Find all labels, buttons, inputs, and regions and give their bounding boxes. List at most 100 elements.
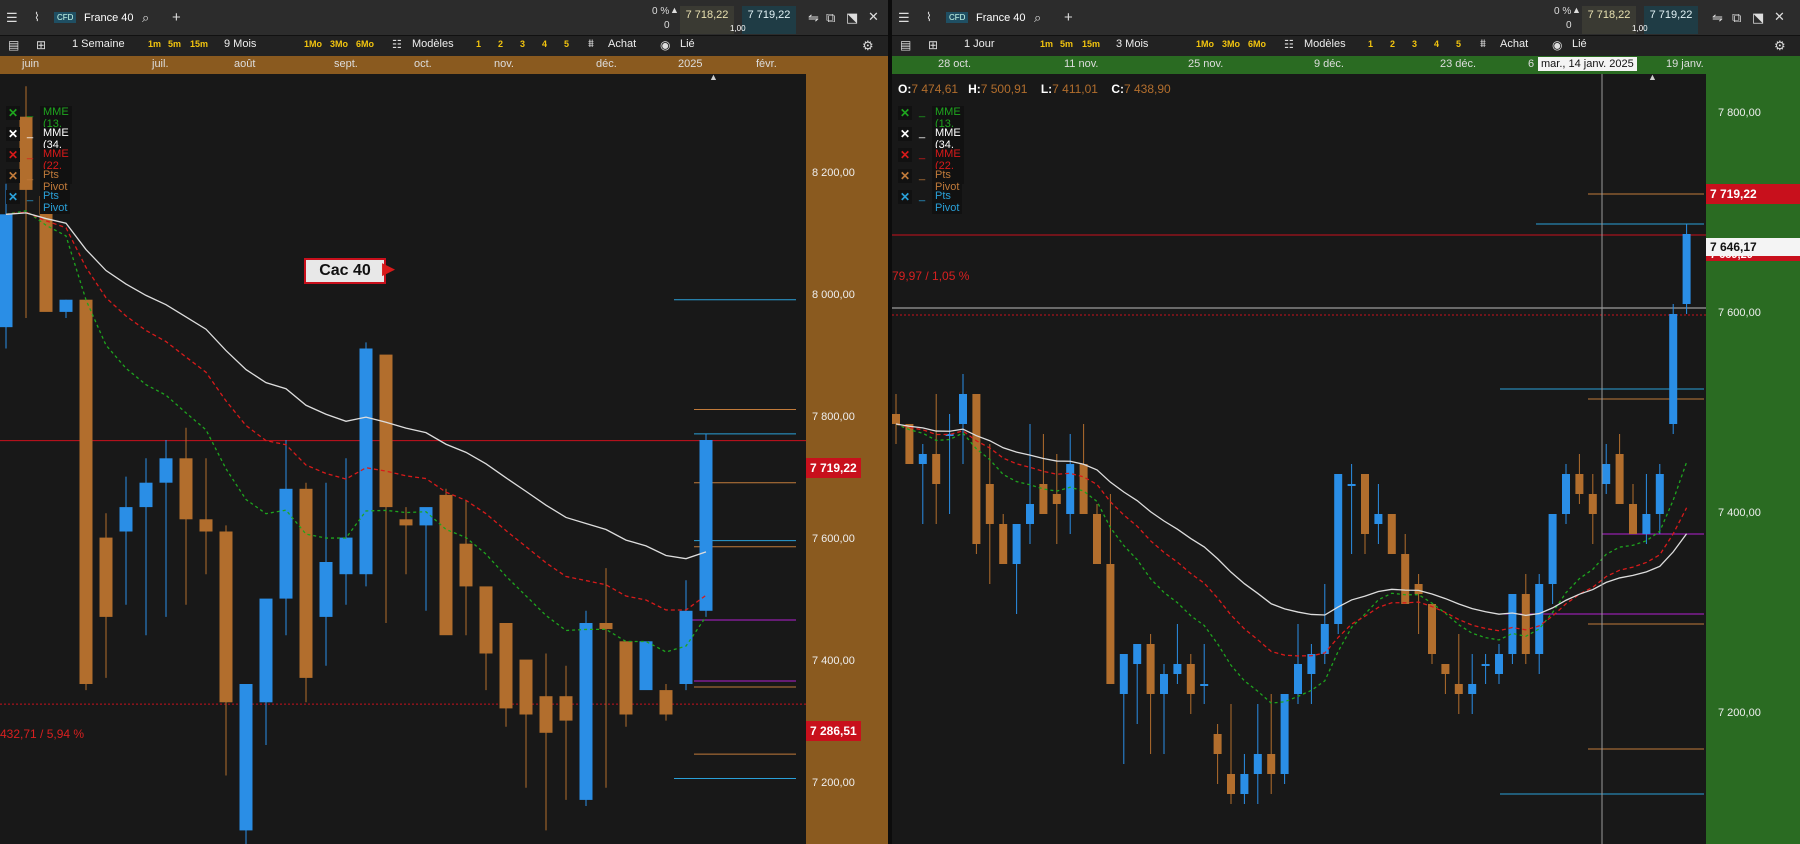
modeles-button[interactable]: Modèles (1304, 38, 1346, 50)
achat-button[interactable]: Achat (1500, 38, 1528, 50)
interval-select[interactable]: 1 Jour (964, 38, 995, 50)
period-5m[interactable]: 5m (168, 39, 181, 49)
buy-chart-icon[interactable]: ⩩ (588, 38, 594, 51)
link-icon[interactable]: ⇋ (808, 10, 819, 26)
popout-icon[interactable]: ⬔ (846, 10, 858, 26)
line-style-icon[interactable]: _ (24, 106, 36, 120)
price-axis[interactable]: 8 200,00 8 000,00 7 800,00 7 600,00 7 40… (806, 74, 888, 844)
eye-icon[interactable]: ◉ (1552, 38, 1562, 52)
list-icon[interactable]: ▤ (8, 38, 19, 52)
eye-icon[interactable]: ◉ (660, 38, 670, 52)
candle-body (79, 299, 93, 684)
preset-2[interactable]: 2 (1390, 39, 1395, 49)
buy-price-button[interactable]: 7 719,22 (1644, 6, 1698, 34)
preset-4[interactable]: 4 (542, 39, 547, 49)
layout-icon[interactable]: ⊞ (36, 38, 46, 52)
preset-4[interactable]: 4 (1434, 39, 1439, 49)
sell-price-button[interactable]: 7 718,22 (1582, 6, 1636, 34)
detach-icon[interactable]: ⧉ (1732, 10, 1741, 26)
preset-1[interactable]: 1 (1368, 39, 1373, 49)
price-plot[interactable] (0, 74, 806, 844)
sell-price-button[interactable]: 7 718,22 (680, 6, 734, 34)
open-label: O: (898, 82, 912, 96)
remove-indicator-icon[interactable]: ✕ (898, 127, 912, 141)
line-style-icon[interactable]: _ (24, 190, 36, 204)
lie-button[interactable]: Lié (1572, 38, 1587, 50)
detach-icon[interactable]: ⧉ (826, 10, 835, 26)
add-tab-icon[interactable]: + (172, 9, 181, 26)
remove-indicator-icon[interactable]: ✕ (6, 190, 20, 204)
close-icon[interactable]: ✕ (1774, 9, 1785, 25)
link-icon[interactable]: ⇋ (1712, 10, 1723, 26)
candle-body (599, 623, 613, 630)
line-style-icon[interactable]: _ (916, 169, 928, 183)
hamburger-menu-icon[interactable]: ☰ (898, 10, 910, 26)
instrument-name[interactable]: France 40 (976, 12, 1026, 24)
search-icon[interactable]: ⌕ (142, 10, 149, 26)
remove-indicator-icon[interactable]: ✕ (6, 148, 20, 162)
buy-chart-icon[interactable]: ⩩ (1480, 38, 1486, 51)
preset-2[interactable]: 2 (498, 39, 503, 49)
line-style-icon[interactable]: _ (916, 190, 928, 204)
range-select[interactable]: 3 Mois (1116, 38, 1148, 50)
line-style-icon[interactable]: _ (24, 169, 36, 183)
preset-5[interactable]: 5 (1456, 39, 1461, 49)
candle-body (1575, 474, 1584, 494)
remove-indicator-icon[interactable]: ✕ (6, 169, 20, 183)
period-1m[interactable]: 1m (148, 39, 161, 49)
lie-button[interactable]: Lié (680, 38, 695, 50)
line-style-icon[interactable]: _ (916, 106, 928, 120)
preset-3[interactable]: 3 (520, 39, 525, 49)
buy-price-button[interactable]: 7 719,22 (742, 6, 796, 34)
instrument-badge[interactable]: Cac 40 (304, 258, 386, 284)
remove-indicator-icon[interactable]: ✕ (898, 148, 912, 162)
popout-icon[interactable]: ⬔ (1752, 10, 1764, 26)
layout-icon[interactable]: ⊞ (928, 38, 938, 52)
modeles-button[interactable]: Modèles (412, 38, 454, 50)
range-6mo[interactable]: 6Mo (1248, 39, 1266, 49)
settings-gear-icon[interactable]: ⚙ (1774, 38, 1786, 54)
instrument-name[interactable]: France 40 (84, 12, 134, 24)
range-3mo[interactable]: 3Mo (330, 39, 348, 49)
preset-1[interactable]: 1 (476, 39, 481, 49)
close-icon[interactable]: ✕ (868, 9, 879, 25)
templates-icon[interactable]: ☷ (392, 38, 402, 51)
list-icon[interactable]: ▤ (900, 38, 911, 52)
change-arrow-icon: ▲ (670, 5, 679, 15)
period-5m[interactable]: 5m (1060, 39, 1073, 49)
candle-body (1012, 524, 1021, 564)
candle-body (139, 482, 153, 508)
remove-indicator-icon[interactable]: ✕ (898, 169, 912, 183)
spread-value: 1,00 (1632, 24, 1648, 33)
interval-select[interactable]: 1 Semaine (72, 38, 125, 50)
period-1m[interactable]: 1m (1040, 39, 1053, 49)
settings-gear-icon[interactable]: ⚙ (862, 38, 874, 54)
line-style-icon[interactable]: _ (24, 127, 36, 141)
range-1mo[interactable]: 1Mo (1196, 39, 1214, 49)
preset-3[interactable]: 3 (1412, 39, 1417, 49)
period-15m[interactable]: 15m (190, 39, 208, 49)
line-style-icon[interactable]: _ (24, 148, 36, 162)
templates-icon[interactable]: ☷ (1284, 38, 1294, 51)
range-3mo[interactable]: 3Mo (1222, 39, 1240, 49)
range-select[interactable]: 9 Mois (224, 38, 256, 50)
remove-indicator-icon[interactable]: ✕ (898, 106, 912, 120)
line-style-icon[interactable]: _ (916, 127, 928, 141)
price-plot[interactable] (892, 74, 1706, 844)
period-15m[interactable]: 15m (1082, 39, 1100, 49)
price-tick: 8 000,00 (812, 289, 855, 301)
preset-5[interactable]: 5 (564, 39, 569, 49)
hamburger-menu-icon[interactable]: ☰ (6, 10, 18, 26)
remove-indicator-icon[interactable]: ✕ (898, 190, 912, 204)
remove-indicator-icon[interactable]: ✕ (6, 127, 20, 141)
remove-indicator-icon[interactable]: ✕ (6, 106, 20, 120)
search-icon[interactable]: ⌕ (1034, 10, 1041, 26)
candle-body (1347, 484, 1356, 486)
price-axis[interactable]: 7 800,00 7 600,00 7 400,00 7 200,00 7 71… (1706, 74, 1800, 844)
candle-body (1173, 664, 1182, 674)
range-6mo[interactable]: 6Mo (356, 39, 374, 49)
achat-button[interactable]: Achat (608, 38, 636, 50)
range-1mo[interactable]: 1Mo (304, 39, 322, 49)
line-style-icon[interactable]: _ (916, 148, 928, 162)
add-tab-icon[interactable]: + (1064, 9, 1073, 26)
